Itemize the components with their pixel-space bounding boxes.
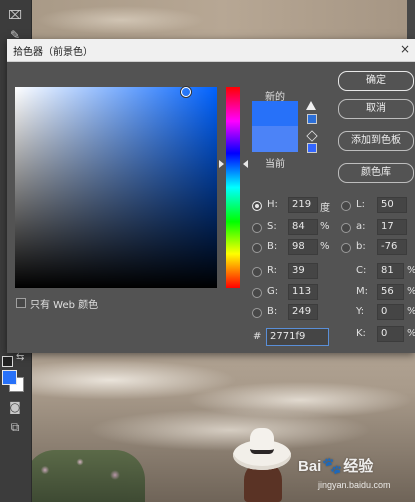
lab-a-input[interactable]: 17 (377, 219, 407, 235)
magenta-row: M: 56 % (356, 284, 415, 300)
color-picker-dialog: 拾色器（前景色） × 新的 当前 确定 取消 添加到色板 颜色库 H: 219 … (7, 39, 415, 353)
cyan-input[interactable]: 81 (377, 263, 404, 279)
brightness-input[interactable]: 98 (288, 239, 318, 255)
web-safe-cube-icon[interactable] (306, 130, 318, 142)
new-color-swatch (252, 101, 298, 126)
hue-slider-left-arrow-icon[interactable] (219, 160, 224, 168)
dialog-title: 拾色器（前景色） (13, 47, 93, 58)
blue-label: B: (267, 306, 278, 317)
panel-edge (407, 0, 415, 39)
cancel-button[interactable]: 取消 (338, 99, 414, 119)
lab-b-row: b: -76 (341, 239, 411, 255)
watermark-url: jingyan.baidu.com (318, 480, 391, 490)
close-icon[interactable]: × (398, 42, 412, 56)
saturation-row: S: 84 % (252, 219, 332, 235)
yellow-input[interactable]: 0 (377, 304, 404, 320)
black-row: K: 0 % (356, 326, 415, 342)
red-row: R: 39 (252, 263, 332, 279)
red-radio[interactable] (252, 267, 262, 277)
foreground-color-swatch[interactable] (2, 370, 17, 385)
current-color-label: 当前 (265, 159, 285, 170)
red-label: R: (267, 265, 278, 276)
lab-b-label: b: (356, 241, 366, 252)
yellow-row: Y: 0 % (356, 304, 415, 320)
cyan-label: C: (356, 265, 367, 276)
crop-icon[interactable]: ⌧ (5, 6, 25, 24)
paw-icon: 🐾 (322, 458, 343, 475)
swap-colors-icon[interactable]: ⇆ (16, 352, 24, 363)
lab-l-radio[interactable] (341, 201, 351, 211)
baidu-watermark: Bai🐾经验 (298, 455, 373, 476)
watermark-brand-a: Bai (298, 458, 322, 475)
color-libraries-button[interactable]: 颜色库 (338, 163, 414, 183)
blue-row: B: 249 (252, 304, 332, 320)
black-input[interactable]: 0 (377, 326, 404, 342)
saturation-input[interactable]: 84 (288, 219, 318, 235)
yellow-unit: % (407, 306, 415, 317)
lab-l-input[interactable]: 50 (377, 197, 407, 213)
brightness-label: B: (267, 241, 278, 252)
out-of-gamut-warning-icon[interactable] (306, 101, 316, 110)
lab-a-radio[interactable] (341, 223, 351, 233)
photo-top-strip (31, 0, 415, 39)
black-unit: % (407, 328, 415, 339)
black-label: K: (356, 328, 366, 339)
lab-l-row: L: 50 (341, 197, 411, 213)
cyan-row: C: 81 % (356, 263, 415, 279)
hue-label: H: (267, 199, 278, 210)
current-color-swatch[interactable] (252, 126, 298, 152)
magenta-input[interactable]: 56 (377, 284, 404, 300)
magenta-label: M: (356, 286, 368, 297)
red-input[interactable]: 39 (288, 263, 318, 279)
lab-l-label: L: (356, 199, 365, 210)
web-colors-only-checkbox[interactable] (16, 298, 26, 308)
lab-b-radio[interactable] (341, 243, 351, 253)
green-radio[interactable] (252, 288, 262, 298)
hex-input[interactable]: 2771f9 (266, 328, 329, 346)
hue-input[interactable]: 219 (288, 197, 318, 213)
quick-mask-icon[interactable]: ◙ (5, 398, 25, 416)
brightness-row: B: 98 % (252, 239, 332, 255)
blue-input[interactable]: 249 (288, 304, 318, 320)
hue-radio[interactable] (252, 201, 262, 211)
green-label: G: (267, 286, 279, 297)
saturation-label: S: (267, 221, 277, 232)
flower-hedge (25, 450, 145, 502)
blue-radio[interactable] (252, 308, 262, 318)
saturation-unit: % (320, 221, 330, 232)
hue-slider-right-arrow-icon[interactable] (243, 160, 248, 168)
default-colors-icon[interactable] (2, 356, 13, 367)
color-cursor-icon[interactable] (181, 87, 191, 97)
web-safe-correction-swatch[interactable] (307, 143, 317, 153)
hue-unit: 度 (320, 203, 330, 214)
cyan-unit: % (407, 265, 415, 276)
lab-a-label: a: (356, 221, 366, 232)
brightness-unit: % (320, 241, 330, 252)
saturation-radio[interactable] (252, 223, 262, 233)
photo-girl-hat (233, 428, 291, 470)
ok-button[interactable]: 确定 (338, 71, 414, 91)
screen-mode-icon[interactable]: ⧉ (5, 418, 25, 436)
green-row: G: 113 (252, 284, 332, 300)
yellow-label: Y: (356, 306, 365, 317)
watermark-brand-b: 经验 (343, 458, 374, 475)
dialog-titlebar[interactable]: 拾色器（前景色） × (7, 39, 415, 62)
add-to-swatches-button[interactable]: 添加到色板 (338, 131, 414, 151)
green-input[interactable]: 113 (288, 284, 318, 300)
magenta-unit: % (407, 286, 415, 297)
hex-label: # (253, 331, 262, 342)
hue-row: H: 219 度 (252, 197, 332, 214)
lab-b-input[interactable]: -76 (377, 239, 407, 255)
hue-slider[interactable] (226, 87, 240, 288)
saturation-brightness-field[interactable] (15, 87, 217, 288)
brightness-radio[interactable] (252, 243, 262, 253)
gamut-correction-swatch[interactable] (307, 114, 317, 124)
web-colors-only-label: 只有 Web 颜色 (30, 300, 99, 311)
lab-a-row: a: 17 (341, 219, 411, 235)
